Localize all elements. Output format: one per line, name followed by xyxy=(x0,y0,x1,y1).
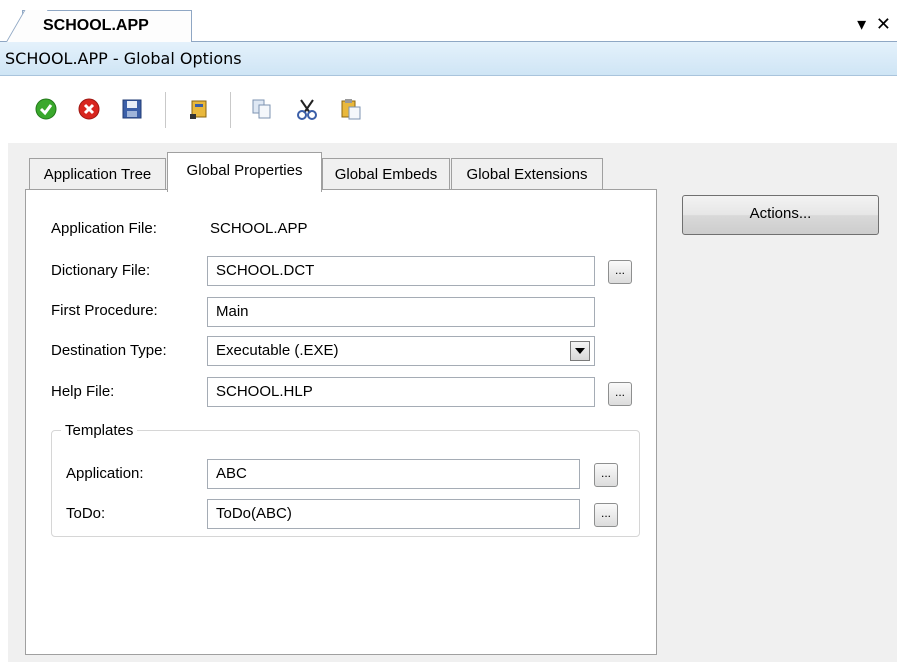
tab-global-embeds[interactable]: Global Embeds xyxy=(322,158,450,190)
copy-icon xyxy=(252,99,271,119)
paste-button[interactable] xyxy=(338,96,364,122)
document-tab-label: SCHOOL.APP xyxy=(43,17,149,34)
template-todo-label: ToDo: xyxy=(66,505,106,522)
first-procedure-label: First Procedure: xyxy=(51,302,158,319)
ok-button[interactable] xyxy=(33,96,59,122)
templates-group-title: Templates xyxy=(61,422,138,439)
properties-icon xyxy=(190,100,207,119)
destination-type-value: Executable (.EXE) xyxy=(216,342,339,359)
actions-button[interactable]: Actions... xyxy=(682,195,879,235)
template-application-field[interactable]: ABC xyxy=(207,459,580,489)
cut-button[interactable] xyxy=(294,96,320,122)
template-application-label: Application: xyxy=(66,465,144,482)
cancel-button[interactable] xyxy=(76,96,102,122)
template-todo-browse-button[interactable]: ... xyxy=(594,503,618,527)
toolbar-separator xyxy=(165,92,166,128)
save-button[interactable] xyxy=(119,96,145,122)
tab-global-extensions[interactable]: Global Extensions xyxy=(451,158,603,190)
copy-button[interactable] xyxy=(249,96,275,122)
dropdown-icon[interactable]: ▾ xyxy=(857,14,866,35)
destination-type-select[interactable]: Executable (.EXE) xyxy=(207,336,595,366)
document-tab-school-app[interactable]: SCHOOL.APP xyxy=(6,10,192,42)
template-todo-field[interactable]: ToDo(ABC) xyxy=(207,499,580,529)
paste-icon xyxy=(341,99,361,120)
properties-button[interactable] xyxy=(186,96,212,122)
template-application-browse-button[interactable]: ... xyxy=(594,463,618,487)
ok-icon xyxy=(35,98,57,120)
cancel-icon xyxy=(78,98,100,120)
tab-global-properties[interactable]: Global Properties xyxy=(167,152,322,192)
help-file-label: Help File: xyxy=(51,383,115,400)
tab-application-tree[interactable]: Application Tree xyxy=(29,158,166,190)
chevron-down-icon[interactable] xyxy=(570,341,590,361)
help-file-browse-button[interactable]: ... xyxy=(608,382,632,406)
application-file-value: SCHOOL.APP xyxy=(210,220,308,237)
application-file-label: Application File: xyxy=(51,220,157,237)
help-file-field[interactable]: SCHOOL.HLP xyxy=(207,377,595,407)
page-title: SCHOOL.APP - Global Options xyxy=(0,42,897,76)
toolbar-separator xyxy=(230,92,231,128)
first-procedure-field[interactable]: Main xyxy=(207,297,595,327)
destination-type-label: Destination Type: xyxy=(51,342,167,359)
window-controls: ▾ ✕ xyxy=(857,14,891,35)
save-icon xyxy=(122,99,142,119)
cut-icon xyxy=(297,99,317,120)
dictionary-file-label: Dictionary File: xyxy=(51,262,151,279)
dictionary-file-browse-button[interactable]: ... xyxy=(608,260,632,284)
close-icon[interactable]: ✕ xyxy=(876,14,891,35)
dictionary-file-field[interactable]: SCHOOL.DCT xyxy=(207,256,595,286)
